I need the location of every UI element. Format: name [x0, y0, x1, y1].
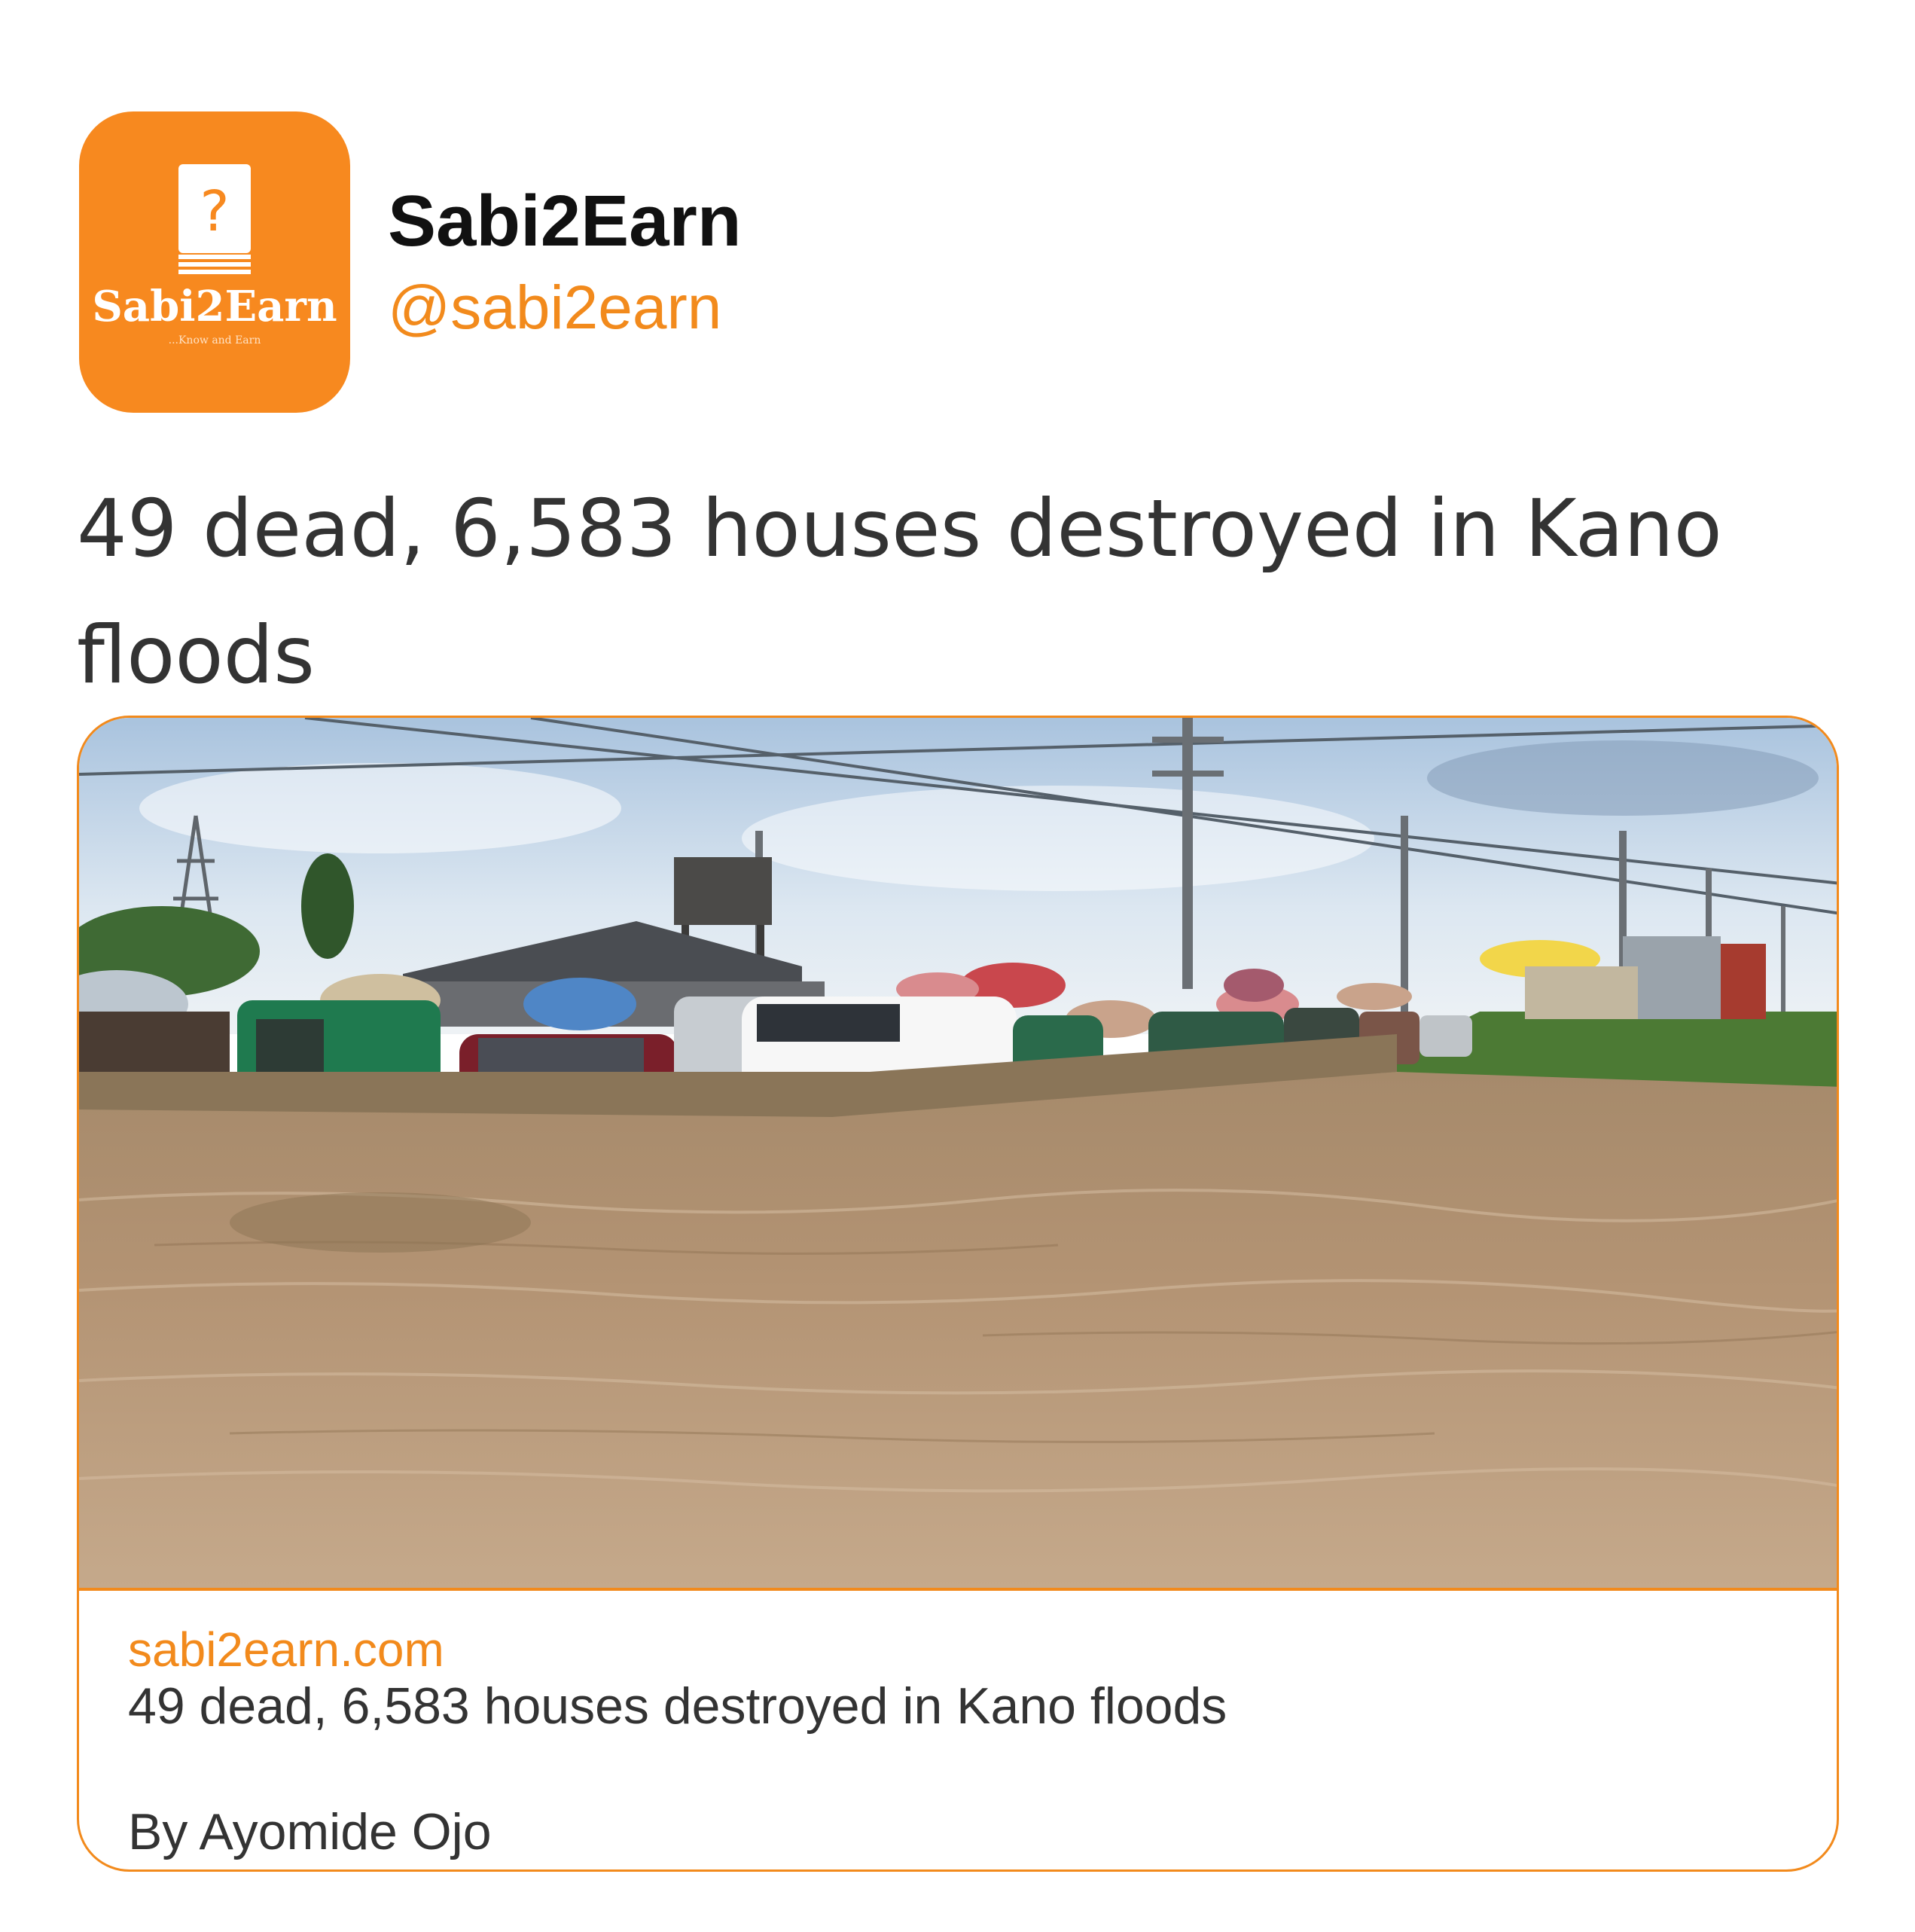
book-question-icon: ? — [178, 164, 251, 274]
card-image[interactable] — [79, 718, 1837, 1588]
link-card[interactable]: sabi2earn.com 49 dead, 6,583 houses dest… — [77, 716, 1839, 1872]
card-divider — [79, 1588, 1837, 1591]
avatar[interactable]: ? Sabi2Earn ...Know and Earn — [79, 111, 350, 413]
logo-wordmark: Sabi2Earn — [92, 282, 337, 331]
card-description: By Ayomide Ojo — [128, 1803, 492, 1860]
logo-tagline: ...Know and Earn — [169, 334, 261, 346]
author-display-name[interactable]: Sabi2Earn — [388, 185, 742, 258]
author-handle[interactable]: @sabi2earn — [388, 277, 721, 339]
svg-text:?: ? — [200, 179, 229, 244]
card-domain[interactable]: sabi2earn.com — [128, 1625, 444, 1674]
flooded-road-photo — [79, 718, 1837, 1588]
sabi2earn-logo: ? Sabi2Earn ...Know and Earn — [92, 164, 337, 346]
tweet-text: 49 dead, 6,583 houses destroyed in Kano … — [77, 483, 1722, 701]
card-title[interactable]: 49 dead, 6,583 houses destroyed in Kano … — [128, 1680, 1227, 1732]
